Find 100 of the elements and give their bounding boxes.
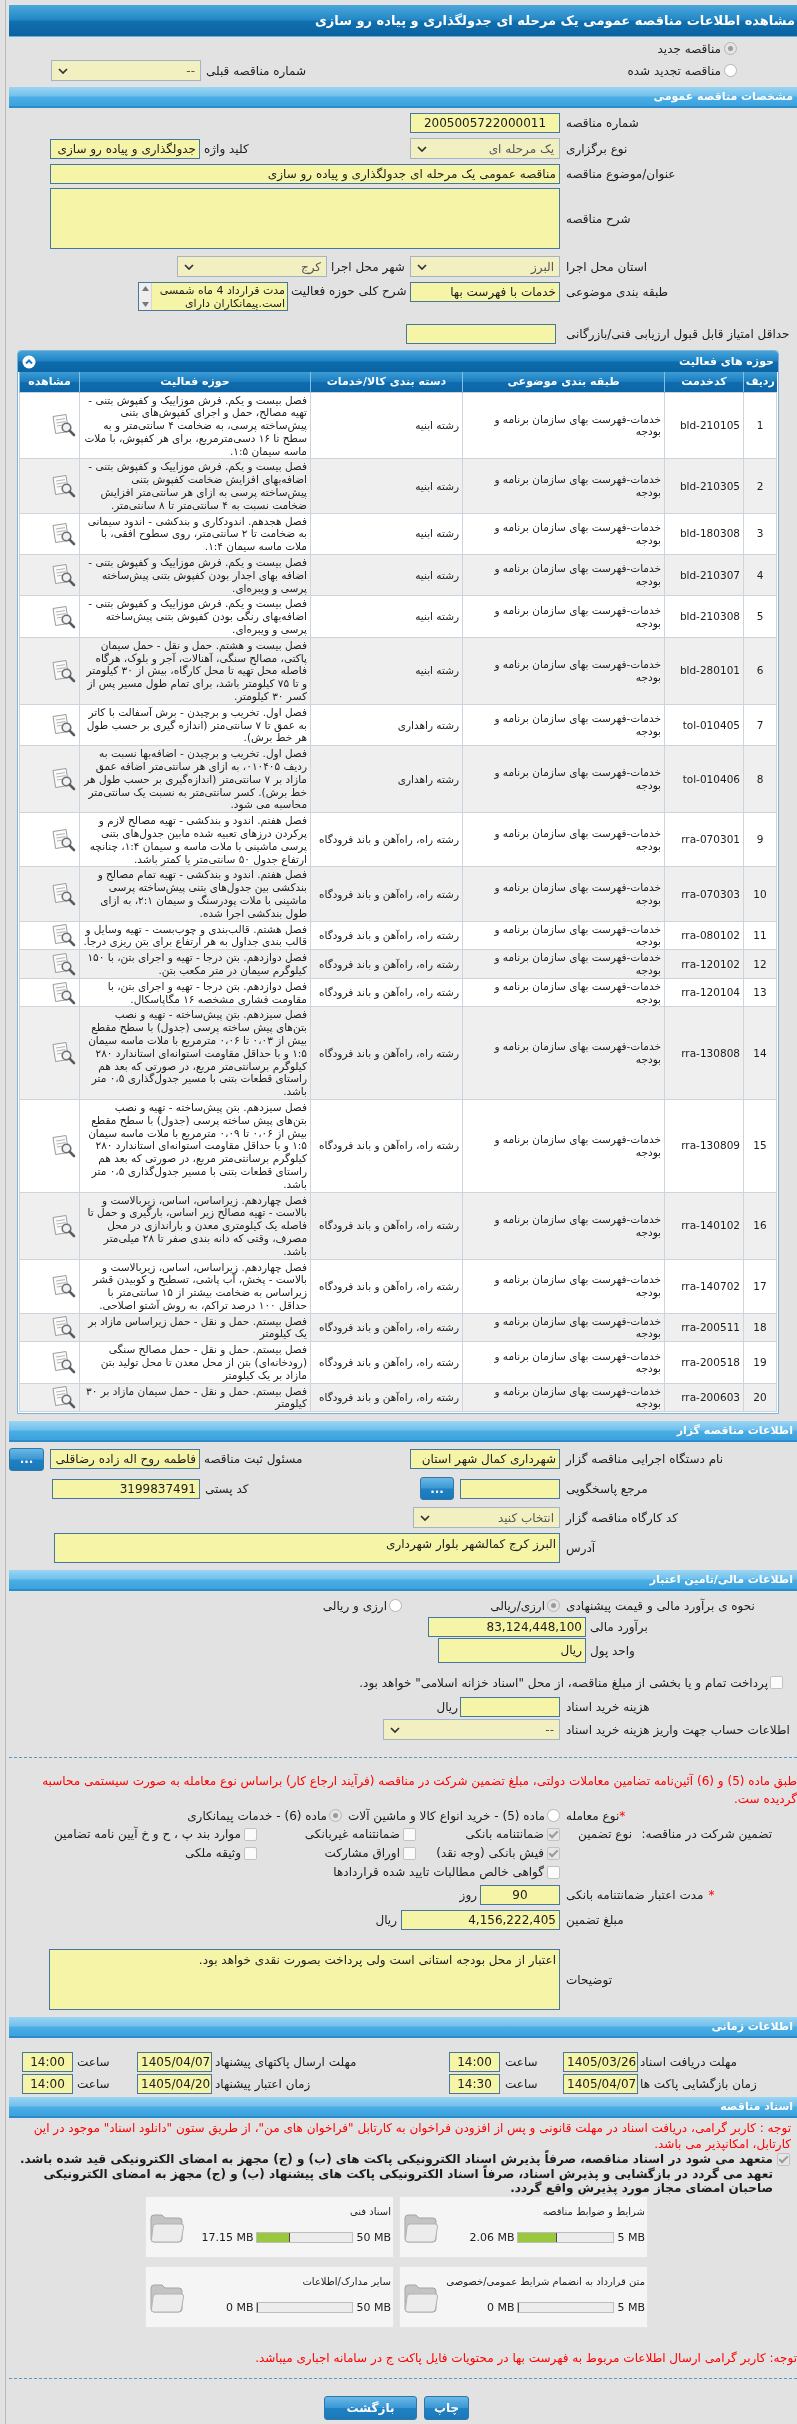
checkbox[interactable] (244, 1846, 257, 1860)
document-search-icon[interactable] (50, 713, 76, 737)
document-search-icon[interactable] (50, 767, 76, 792)
more-button[interactable]: ... (420, 1477, 454, 1501)
table-cell: 4 (743, 554, 777, 596)
document-search-icon[interactable] (50, 827, 76, 852)
dropdown[interactable]: البرز (410, 256, 560, 277)
time-field[interactable]: 14:30 (449, 2074, 500, 2095)
document-search-icon[interactable] (50, 521, 76, 546)
time-field[interactable]: 14:00 (22, 2052, 73, 2073)
checkbox-label: ضمانتنامه غیربانکی (304, 1827, 400, 1842)
radio-button[interactable] (724, 42, 737, 55)
date-field[interactable]: 1405/03/26 (563, 2052, 638, 2073)
table-cell: خدمات-فهرست بهای سازمان برنامه و بودجه (462, 745, 665, 813)
input-field[interactable]: فاطمه روح اله زاده رضاقلی (50, 1449, 200, 1470)
input-field[interactable]: 3199837491 (52, 1478, 200, 1499)
document-search-icon[interactable] (50, 1133, 76, 1158)
column-header: مشاهده (19, 372, 80, 392)
input-field[interactable]: مناقصه عمومی یک مرحله ای جدولگذاری و پیاده رو سازی (50, 164, 560, 184)
panel-title: حوزه های فعالیت (679, 355, 774, 368)
scrollbar[interactable] (139, 283, 152, 310)
table-cell: 17 (743, 1259, 777, 1314)
document-search-icon[interactable] (50, 923, 76, 948)
table-cell: bld-210305 (664, 459, 744, 514)
table-cell: خدمات-فهرست بهای سازمان برنامه و بودجه (462, 1341, 665, 1384)
radio-button[interactable] (724, 64, 737, 77)
radio-button[interactable] (547, 1599, 560, 1613)
list-box[interactable]: مدت قرارداد 4 ماه شمسی است.پیمانکاران دارای (138, 282, 288, 311)
checkbox[interactable] (403, 1827, 416, 1841)
checkbox[interactable] (547, 1865, 560, 1879)
unit-label: ریال (436, 1700, 458, 1715)
table-cell: رشته راه، راه‌آهن و باند فرودگاه (310, 1006, 463, 1100)
chevron-up-icon[interactable] (22, 354, 36, 369)
input-field[interactable]: خدمات با فهرست بها (410, 282, 560, 302)
table-cell: فصل بیستم. حمل و نقل - حمل سیمان مازاد بر ۳۰ کیلومتر (79, 1383, 311, 1412)
radio-button[interactable] (547, 1809, 560, 1823)
checkbox[interactable] (770, 1676, 783, 1690)
table-cell: tol-010406 (664, 745, 744, 813)
checkbox[interactable] (403, 1846, 416, 1860)
dropdown[interactable]: یک مرحله ای (410, 138, 560, 159)
field-label: نوع برگزاری (565, 141, 629, 156)
document-search-icon[interactable] (50, 1274, 76, 1299)
table-cell: رشته ابنیه (310, 595, 463, 638)
table-cell: 12 (743, 949, 777, 979)
print-button[interactable]: چاپ (424, 2395, 469, 2420)
table-cell: فصل اول. تخریب و برچیدن - اضافه‌بها نسبت به ردیف ۰۱۰۴۰۵، به ازای هر سانتی‌متر اضافه عمق مازاد بر ۷ سانتی‌متر (اندازه‌گیری بر حسب طول هر خط برش). کسر سانتی‌متر به نسبت یک سانتی‌متر محاسبه می شود. (79, 745, 311, 813)
section-header: مشخصات مناقصه عمومی (9, 87, 797, 108)
document-search-icon[interactable] (50, 1385, 76, 1410)
dropdown[interactable]: کرج (177, 256, 327, 277)
table-cell: 20 (743, 1383, 777, 1412)
input-field[interactable]: 4,156,222,405 (401, 1910, 560, 1931)
dropdown[interactable]: -- (51, 60, 201, 81)
time-field[interactable]: 14:00 (449, 2052, 500, 2073)
text-area[interactable]: اعتبار از محل بودجه استانی است ولی پرداخت بصورت نقدی خواهد بود. (49, 1949, 560, 2011)
document-search-icon[interactable] (50, 658, 76, 683)
radio-button[interactable] (389, 1599, 402, 1613)
document-search-icon[interactable] (50, 1041, 76, 1066)
document-search-icon[interactable] (50, 980, 76, 1005)
table-cell: خدمات-فهرست بهای سازمان برنامه و بودجه (462, 392, 665, 459)
document-search-icon[interactable] (50, 1350, 76, 1375)
scroll-up-icon[interactable] (141, 286, 149, 291)
text-area[interactable]: البرز کرج کمالشهر بلوار شهرداری (54, 1533, 560, 1564)
table-cell: رشته ابنیه (310, 554, 463, 596)
table-cell: خدمات-فهرست بهای سازمان برنامه و بودجه (462, 513, 665, 555)
date-field[interactable]: 1405/04/07 (137, 2052, 212, 2073)
document-search-icon[interactable] (50, 604, 76, 629)
more-button[interactable]: ... (9, 1447, 44, 1471)
input-field[interactable]: شهرداری کمال شهر استان (410, 1449, 560, 1470)
date-field[interactable]: 1405/04/20 (137, 2074, 212, 2095)
time-field[interactable]: 14:00 (22, 2074, 73, 2095)
document-search-icon[interactable] (50, 1213, 76, 1238)
dropdown[interactable]: -- (383, 1719, 560, 1741)
document-search-icon[interactable] (50, 951, 76, 976)
input-field[interactable] (460, 1697, 560, 1718)
back-button[interactable]: بازگشت (324, 2395, 417, 2420)
checkbox[interactable] (777, 2153, 790, 2167)
field-label: ساعت (76, 2077, 111, 2092)
document-search-icon[interactable] (50, 1315, 76, 1340)
input-field[interactable] (460, 1478, 560, 1499)
table-cell: رشته راه، راه‌آهن و باند فرودگاه (310, 1313, 463, 1342)
table-cell: فصل بیست و هشتم. حمل و نقل - حمل سیمان پاکتی، مصالح سنگی، آهنالات، آجر و بلوک، هرگاه فاصله محل تهیه تا محل کارگاه، بیش از ۳۰ کیلومتر و تا ۷۵ کیلومتر باشد، برای تمام طول مسیر پس از کسر ۳۰ کیلومتر. (79, 637, 311, 705)
document-search-icon[interactable] (50, 413, 76, 438)
scroll-down-icon[interactable] (141, 302, 149, 307)
input-field[interactable]: 83,124,448,100 (428, 1617, 586, 1638)
document-search-icon[interactable] (50, 474, 76, 499)
date-field[interactable]: 1405/04/07 (563, 2074, 638, 2095)
checkbox[interactable] (547, 1846, 560, 1860)
checkbox[interactable] (547, 1827, 560, 1841)
radio-button[interactable] (329, 1809, 342, 1823)
input-field[interactable] (406, 324, 556, 344)
input-field[interactable]: 2005005722000011 (410, 113, 560, 133)
input-field[interactable]: جدولگذاری و پیاده رو سازی (50, 138, 200, 159)
input-field[interactable]: 90 (480, 1885, 560, 1906)
checkbox[interactable] (244, 1827, 257, 1841)
text-area[interactable] (50, 188, 560, 249)
field-label: مسئول ثبت مناقصه (203, 1452, 304, 1467)
document-search-icon[interactable] (50, 563, 76, 588)
document-search-icon[interactable] (50, 882, 76, 906)
dropdown[interactable]: انتخاب کنید (413, 1507, 560, 1529)
input-field[interactable]: ریال (438, 1638, 586, 1664)
